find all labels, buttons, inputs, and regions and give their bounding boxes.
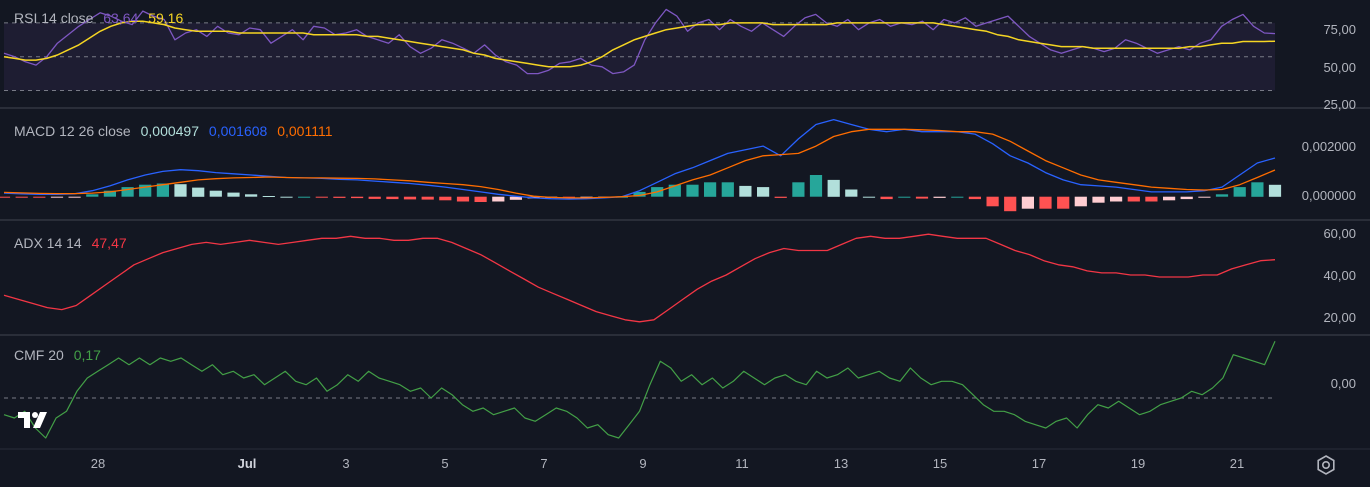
macd-hist-bar [915,196,929,199]
macd-hist-bar [792,182,805,197]
macd-hist-bar [368,196,381,199]
date-tick-19: 19 [1130,456,1146,471]
date-tick-jul: Jul [237,456,257,471]
cmf-value: 0,17 [73,347,101,363]
macd-hist-bar [880,196,893,200]
macd-hist-bar [386,196,399,200]
macd-name: MACD 12 26 close [14,123,131,139]
rsi-name: RSI 14 close [14,10,94,26]
cmf-line [3,341,1276,439]
macd-hist-bar [721,182,734,197]
adx-legend[interactable]: ADX 14 14 47,47 [14,235,133,251]
macd-hist-bar [403,196,417,200]
date-tick-17: 17 [1031,456,1047,471]
adx-tick-20: 20,00 [1323,310,1356,325]
date-tick-5: 5 [441,456,449,471]
macd-hist-bar [1180,196,1193,200]
rsi-tick-25: 25,00 [1323,97,1356,112]
macd-hist-bar [1092,196,1105,203]
date-tick-3: 3 [342,456,350,471]
macd-hist-bar [474,196,487,202]
macd-tick-0: 0,000000 [1301,188,1356,203]
cmf-legend[interactable]: CMF 20 0,17 [14,347,107,363]
adx-line [3,233,1276,323]
adx-tick-60: 60,00 [1323,226,1356,241]
macd-hist-bar [1110,196,1123,202]
date-tick-15: 15 [932,456,948,471]
settings-gear-icon[interactable] [1316,455,1336,475]
date-tick-9: 9 [639,456,647,471]
macd-tick-0002: 0,002000 [1301,139,1356,154]
tradingview-logo-icon[interactable] [16,408,54,432]
macd-hist-bar [50,196,64,198]
chart-canvas[interactable] [0,0,1370,487]
macd-hist-bar [333,196,346,198]
macd-value: 0,001608 [208,123,268,139]
macd-hist-bar [862,196,876,198]
macd-hist-bar [1127,196,1140,202]
macd-hist-bar [298,196,311,198]
rsi-tick-50: 50,00 [1323,60,1356,75]
macd-hist-bar [86,194,99,197]
macd-hist-bar [1251,182,1264,197]
macd-hist-bar [968,196,981,200]
macd-hist-bar [1198,196,1211,198]
macd-hist-bar [986,196,999,207]
macd-hist-bar [245,194,258,197]
adx-value: 47,47 [91,235,127,251]
macd-hist-bar [809,175,823,197]
macd-hist-bar [280,196,293,198]
macd-hist-bar [0,196,11,198]
macd-hist-value: 0,000497 [140,123,200,139]
macd-hist-bar [686,184,699,197]
macd-hist-bar [1057,196,1070,209]
macd-hist-bar [951,196,964,198]
macd-hist-bar [1233,187,1246,197]
adx-name: ADX 14 14 [14,235,82,251]
rsi-ma-value: 59,16 [148,10,184,26]
macd-hist-bar [68,196,81,198]
date-tick-21: 21 [1229,456,1245,471]
macd-hist-bar [1215,194,1229,197]
macd-hist-bar [15,196,28,198]
macd-hist-bar [1004,196,1017,212]
adx-tick-40: 40,00 [1323,268,1356,283]
macd-hist-bar [757,187,770,197]
macd-hist-bar [1039,196,1052,209]
macd-hist-bar [1074,196,1087,207]
macd-hist-bar [351,196,364,199]
macd-hist-bar [1163,196,1176,201]
date-tick-7: 7 [540,456,548,471]
date-tick-13: 13 [833,456,849,471]
macd-hist-bar [704,182,717,197]
macd-hist-bar [492,196,505,202]
macd-hist-bar [456,196,470,202]
rsi-tick-75: 75,00 [1323,22,1356,37]
macd-hist-bar [192,187,205,197]
rsi-value: 63,64 [103,10,139,26]
macd-hist-bar [33,196,46,198]
macd-hist-bar [421,196,434,200]
macd-hist-bar [827,179,840,197]
cmf-tick-0: 0,00 [1330,376,1356,391]
rsi-legend[interactable]: RSI 14 close 63,64 59,16 [14,10,189,26]
date-tick-28: 28 [90,456,106,471]
macd-hist-bar [262,196,275,197]
macd-legend[interactable]: MACD 12 26 close 0,000497 0,001608 0,001… [14,123,338,139]
macd-hist-bar [845,189,858,197]
macd-hist-bar [315,196,328,198]
macd-hist-bar [933,196,946,198]
macd-hist-bar [174,184,187,197]
macd-hist-bar [1021,196,1034,209]
macd-signal-value: 0,001111 [277,123,333,139]
macd-hist-bar [739,185,752,197]
macd-hist-bar [209,190,222,197]
macd-hist-bar [227,192,240,197]
macd-hist-bar [774,196,787,198]
macd-hist-bar [1145,196,1158,202]
date-tick-11: 11 [735,456,749,471]
macd-hist-bar [439,196,452,201]
macd-hist-bar [898,196,911,198]
cmf-name: CMF 20 [14,347,64,363]
